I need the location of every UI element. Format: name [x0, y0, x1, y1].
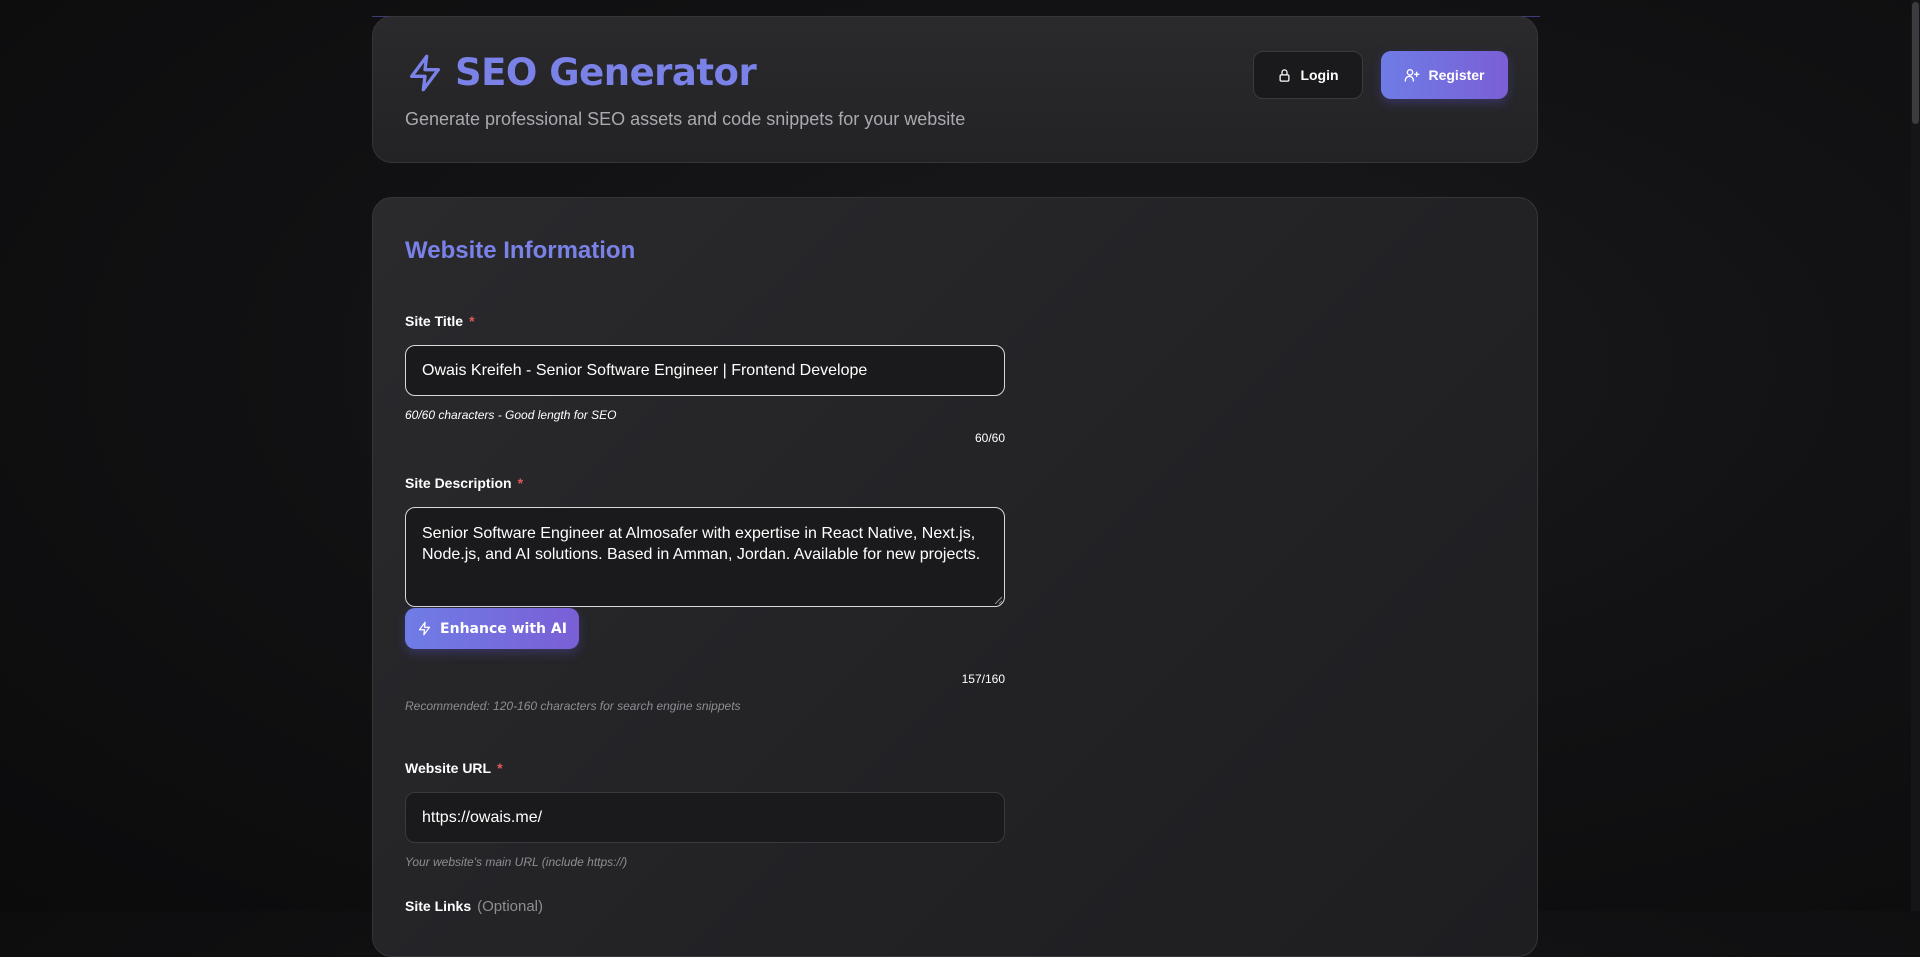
- site-links-label-text: Site Links: [405, 898, 472, 914]
- required-mark: *: [469, 313, 475, 329]
- website-url-hint: Your website's main URL (include https:/…: [405, 855, 628, 869]
- app-header: SEO Generator Generate professional SEO …: [372, 16, 1538, 163]
- site-title-hint: 60/60 characters - Good length for SEO: [405, 408, 617, 422]
- enhance-label: Enhance with AI: [440, 620, 567, 637]
- required-mark: *: [517, 475, 524, 491]
- optional-tag: (Optional): [477, 898, 543, 915]
- section-title: Website Information: [405, 237, 636, 264]
- login-button[interactable]: Login: [1253, 51, 1363, 99]
- site-description-textarea[interactable]: Senior Software Engineer at Almosafer wi…: [405, 507, 1005, 607]
- site-title-input[interactable]: Owais Kreifeh - Senior Software Engineer…: [405, 345, 1005, 396]
- resize-handle-icon[interactable]: [994, 596, 1002, 604]
- register-button[interactable]: Register: [1381, 51, 1508, 99]
- app-subtitle: Generate professional SEO assets and cod…: [405, 109, 966, 129]
- lock-icon: [1279, 68, 1290, 82]
- site-title-value: Owais Kreifeh - Senior Software Engineer…: [422, 361, 868, 379]
- enhance-with-ai-button[interactable]: Enhance with AI: [405, 608, 579, 649]
- scrollbar-thumb[interactable]: [1912, 2, 1919, 124]
- website-url-input[interactable]: https://owais.me/: [405, 792, 1005, 843]
- site-description-hint: Recommended: 120-160 characters for sear…: [405, 699, 741, 713]
- user-plus-icon: [1405, 69, 1420, 82]
- login-label: Login: [1300, 67, 1339, 83]
- lightning-icon: [418, 621, 431, 636]
- website-url-label: Website URL *: [405, 760, 503, 776]
- site-title-counter: 60/60: [974, 431, 1005, 445]
- lightning-icon: [410, 54, 440, 91]
- site-description-value: Senior Software Engineer at Almosafer wi…: [422, 525, 981, 563]
- site-description-label: Site Description *: [405, 475, 523, 491]
- site-description-counter: 157/160: [961, 672, 1005, 686]
- website-url-label-text: Website URL: [405, 760, 492, 776]
- site-title-label-text: Site Title: [405, 313, 464, 329]
- website-info-card: Website Information Site Title * Owais Kr…: [372, 197, 1538, 957]
- app-title: SEO Generator: [455, 51, 757, 94]
- site-description-label-text: Site Description: [405, 475, 512, 491]
- required-mark: *: [497, 760, 503, 776]
- site-title-label: Site Title *: [405, 313, 475, 329]
- website-url-value: https://owais.me/: [422, 808, 543, 826]
- brand: SEO Generator: [405, 51, 757, 94]
- register-label: Register: [1428, 67, 1485, 83]
- site-links-label: Site Links (Optional): [405, 898, 543, 915]
- page-scrollbar[interactable]: [1911, 0, 1920, 911]
